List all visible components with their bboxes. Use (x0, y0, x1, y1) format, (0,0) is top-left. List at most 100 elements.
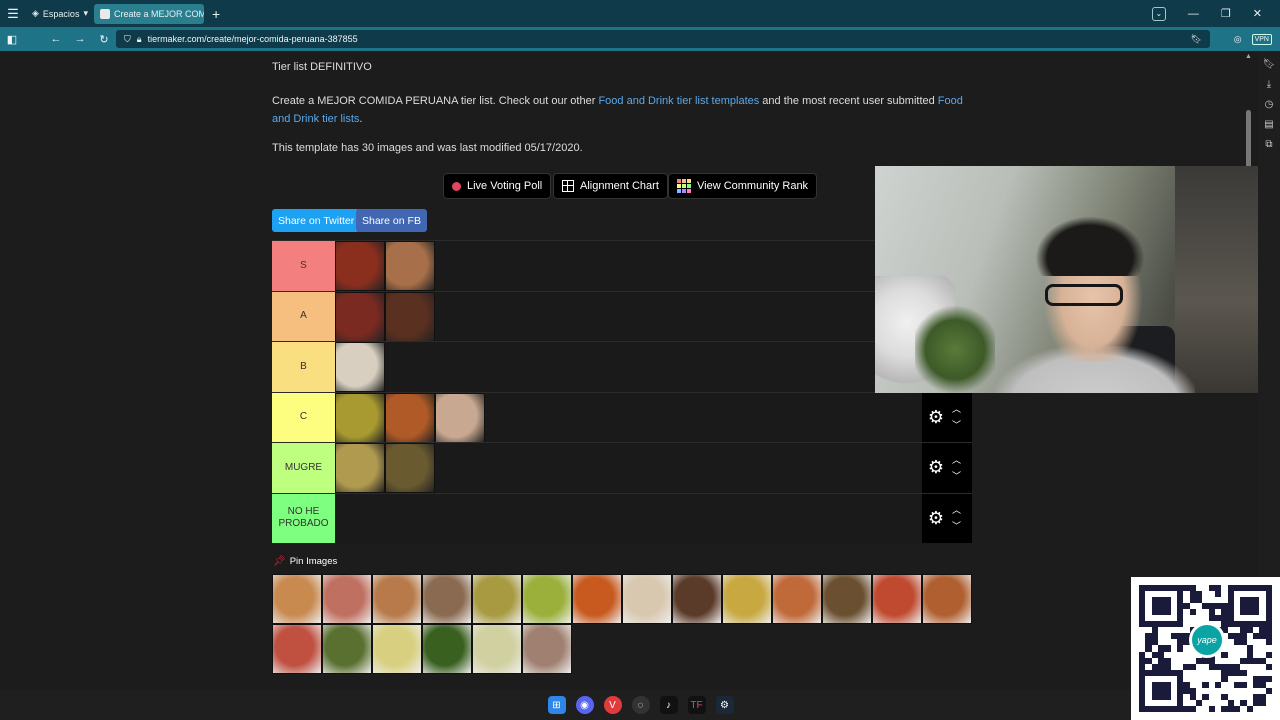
restore-icon[interactable]: ❐ (1221, 7, 1231, 20)
food-image[interactable] (472, 624, 522, 674)
grid-icon (562, 180, 574, 192)
notes-icon[interactable]: ▤ (1264, 119, 1273, 130)
pin-images-toggle[interactable]: 📌︎ Pin Images (273, 556, 337, 567)
templates-link[interactable]: Food and Drink tier list templates (598, 95, 759, 107)
workspace-label: Espacios (42, 8, 80, 19)
shield-icon: ⛉ (124, 33, 131, 44)
downloads-icon[interactable]: ⤓ (1267, 79, 1271, 90)
share-twitter-button[interactable]: Share on Twitter (272, 209, 361, 232)
food-image[interactable] (822, 574, 872, 624)
food-image[interactable] (472, 574, 522, 624)
food-image[interactable] (335, 342, 385, 392)
reload-icon[interactable]: ↻ (92, 33, 116, 46)
webcam-overlay (875, 166, 1258, 393)
food-image[interactable] (322, 574, 372, 624)
tab-dropdown-icon[interactable]: ⌄ (1151, 6, 1166, 21)
food-image[interactable] (922, 574, 972, 624)
food-image[interactable] (435, 392, 485, 443)
food-image[interactable] (335, 443, 385, 493)
food-image[interactable] (522, 624, 572, 674)
lock-icon: 🔒︎ (136, 33, 142, 44)
tier-label[interactable]: C (272, 392, 335, 442)
food-image[interactable] (372, 624, 422, 674)
webcam-hair (1035, 216, 1145, 276)
chevron-up-icon[interactable]: ︿ (952, 502, 961, 518)
food-image[interactable] (335, 392, 385, 443)
chevron-down-icon[interactable]: ﹀ (952, 417, 961, 433)
active-tab[interactable]: Create a MEJOR COMIDA P (93, 3, 204, 24)
tier-items (335, 291, 435, 342)
food-image[interactable] (385, 443, 435, 493)
windows-start-icon[interactable]: ⊞ (547, 696, 566, 714)
food-image[interactable] (872, 574, 922, 624)
image-pool (272, 574, 972, 674)
tier-row: NO HE PROBADO ⚙ ︿ ﹀ (272, 492, 972, 543)
discord-icon[interactable]: ◉ (575, 696, 594, 714)
gear-icon[interactable]: ⚙ (924, 407, 948, 428)
food-image[interactable] (522, 574, 572, 624)
taskbar: ⊞ ◉ V ◌ ♪ TF ⚙ (0, 690, 1131, 720)
food-image[interactable] (572, 574, 622, 624)
history-icon[interactable]: ◷ (1265, 99, 1274, 110)
alignment-label: Alignment Chart (580, 180, 659, 192)
live-voting-button[interactable]: Live Voting Poll (443, 173, 552, 199)
food-image[interactable] (422, 624, 472, 674)
community-rank-button[interactable]: View Community Rank (668, 173, 818, 199)
scroll-up-icon[interactable]: ▲ (1245, 53, 1252, 60)
food-image[interactable] (772, 574, 822, 624)
food-image[interactable] (385, 392, 435, 443)
url-field[interactable]: ⛉ 🔒︎ tiermaker.com/create/mejor-comida-p… (116, 30, 1210, 48)
scrollbar-thumb[interactable] (1246, 110, 1251, 170)
forward-icon[interactable]: → (68, 33, 92, 45)
tier-controls: ⚙ ︿ ﹀ (922, 392, 972, 442)
tier-label[interactable]: A (272, 291, 335, 341)
food-image[interactable] (722, 574, 772, 624)
minimize-icon[interactable]: — (1188, 8, 1199, 20)
food-image[interactable] (385, 291, 435, 342)
new-tab-icon[interactable]: + (212, 6, 220, 22)
screenshot-icon[interactable]: ◎ (1234, 34, 1242, 45)
share-fb-button[interactable]: Share on FB (356, 209, 427, 232)
alignment-chart-button[interactable]: Alignment Chart (553, 173, 668, 199)
translate-icon[interactable]: ⧉ (1265, 139, 1272, 150)
food-image[interactable] (385, 241, 435, 291)
tab-title: Create a MEJOR COMIDA P (113, 8, 204, 19)
chevron-down-icon[interactable]: ﹀ (952, 468, 961, 484)
food-image[interactable] (272, 574, 322, 624)
address-toolbar: ◧ ← → ↻ ⛉ 🔒︎ tiermaker.com/create/mejor-… (0, 27, 1280, 51)
bookmark-icon[interactable]: 🔖︎ (1191, 34, 1202, 45)
tf-app-icon[interactable]: TF (687, 696, 706, 714)
tier-label[interactable]: MUGRE (272, 443, 335, 493)
chevron-up-icon[interactable]: ︿ (952, 452, 961, 468)
obs-icon[interactable]: ◌ (631, 696, 650, 714)
page-description: Create a MEJOR COMIDA PERUANA tier list.… (272, 92, 972, 128)
food-image[interactable] (272, 624, 322, 674)
tier-label[interactable]: NO HE PROBADO (272, 493, 335, 543)
menu-icon[interactable]: ☰ (0, 6, 26, 22)
food-image[interactable] (322, 624, 372, 674)
food-image[interactable] (672, 574, 722, 624)
chevron-up-icon[interactable]: ︿ (952, 401, 961, 417)
close-icon[interactable]: ✕ (1253, 7, 1262, 20)
sidebar-toggle-icon[interactable]: ◧ (0, 33, 24, 46)
qr-code-overlay: yape (1131, 577, 1280, 720)
bookmarks-panel-icon[interactable]: 🔖︎ (1263, 59, 1276, 70)
tiermaker-favicon-icon (99, 8, 110, 19)
tiktok-icon[interactable]: ♪ (659, 696, 678, 714)
food-image[interactable] (335, 291, 385, 342)
food-image[interactable] (372, 574, 422, 624)
food-image[interactable] (335, 241, 385, 291)
back-icon[interactable]: ← (44, 33, 68, 45)
steam-icon[interactable]: ⚙ (715, 696, 734, 714)
vivaldi-icon[interactable]: V (603, 696, 622, 714)
food-image[interactable] (422, 574, 472, 624)
workspaces-button[interactable]: ◈ Espacios ▾ (26, 0, 94, 27)
vpn-button[interactable]: VPN (1251, 33, 1272, 45)
gear-icon[interactable]: ⚙ (924, 508, 948, 529)
tier-grid-icon (677, 179, 691, 193)
tier-label[interactable]: B (272, 342, 335, 392)
gear-icon[interactable]: ⚙ (924, 457, 948, 478)
chevron-down-icon[interactable]: ﹀ (952, 518, 961, 534)
food-image[interactable] (622, 574, 672, 624)
tier-label[interactable]: S (272, 241, 335, 291)
